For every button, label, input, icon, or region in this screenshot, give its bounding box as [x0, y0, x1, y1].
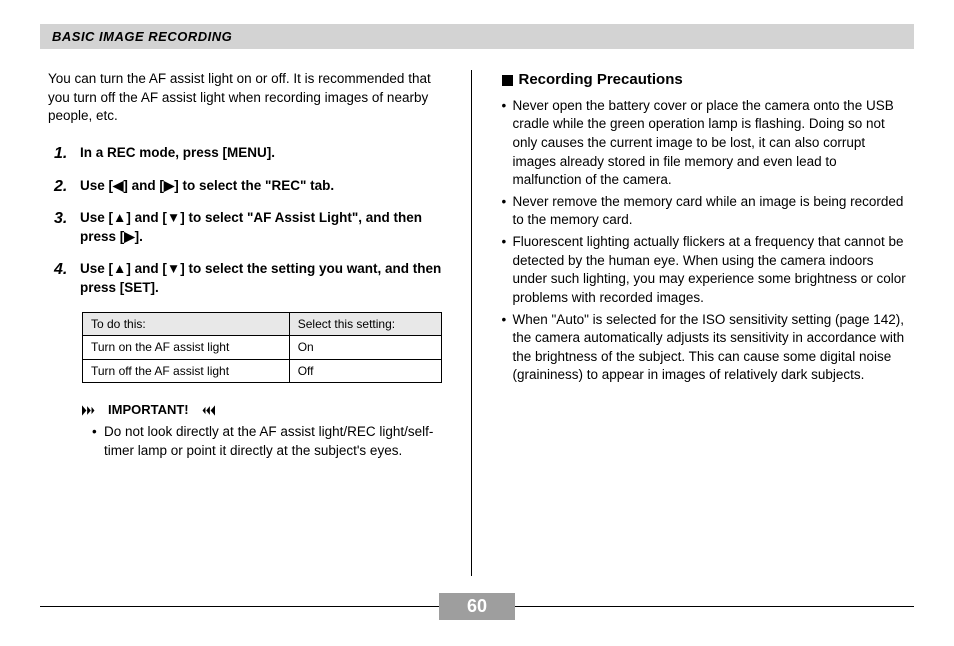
- page-number-box: 60: [439, 593, 515, 620]
- precaution-item: Never open the battery cover or place th…: [502, 97, 907, 190]
- important-label: IMPORTANT!: [82, 401, 453, 419]
- right-column: Recording Precautions Never open the bat…: [472, 70, 915, 576]
- precaution-item: When "Auto" is selected for the ISO sens…: [502, 311, 907, 386]
- subheading: Recording Precautions: [502, 70, 907, 91]
- square-bullet-icon: [502, 75, 513, 86]
- table-header-row: To do this: Select this setting:: [83, 312, 442, 336]
- page-footer: 60: [40, 594, 914, 618]
- table-cell: On: [289, 336, 441, 360]
- left-column: You can turn the AF assist light on or o…: [40, 70, 471, 576]
- table-header-cell: Select this setting:: [289, 312, 441, 336]
- step-item: Use [◀] and [▶] to select the "REC" tab.: [54, 177, 453, 196]
- important-item: Do not look directly at the AF assist li…: [92, 423, 453, 460]
- important-list: Do not look directly at the AF assist li…: [92, 423, 453, 460]
- precautions-list: Never open the battery cover or place th…: [502, 97, 907, 385]
- table-cell: Turn off the AF assist light: [83, 359, 290, 383]
- settings-table: To do this: Select this setting: Turn on…: [82, 312, 442, 384]
- content-columns: You can turn the AF assist light on or o…: [40, 70, 914, 576]
- page-number: 60: [467, 596, 487, 616]
- steps-list: In a REC mode, press [MENU]. Use [◀] and…: [54, 144, 453, 298]
- table-row: Turn off the AF assist light Off: [83, 359, 442, 383]
- footer-line-left: [40, 606, 439, 607]
- step-item: In a REC mode, press [MENU].: [54, 144, 453, 163]
- table-row: Turn on the AF assist light On: [83, 336, 442, 360]
- step-item: Use [▲] and [▼] to select "AF Assist Lig…: [54, 209, 453, 246]
- precaution-item: Fluorescent lighting actually flickers a…: [502, 233, 907, 308]
- intro-paragraph: You can turn the AF assist light on or o…: [48, 70, 453, 126]
- arrows-left-icon: [193, 405, 215, 416]
- arrows-right-icon: [82, 405, 104, 416]
- section-header-text: BASIC IMAGE RECORDING: [52, 29, 232, 44]
- section-header: BASIC IMAGE RECORDING: [40, 24, 914, 49]
- table-cell: Off: [289, 359, 441, 383]
- subheading-text: Recording Precautions: [519, 70, 683, 91]
- important-text: IMPORTANT!: [108, 401, 189, 419]
- step-item: Use [▲] and [▼] to select the setting yo…: [54, 260, 453, 297]
- table-header-cell: To do this:: [83, 312, 290, 336]
- footer-line-right: [515, 606, 914, 607]
- important-block: IMPORTANT! Do not look directly at the A…: [82, 401, 453, 460]
- precaution-item: Never remove the memory card while an im…: [502, 193, 907, 230]
- table-cell: Turn on the AF assist light: [83, 336, 290, 360]
